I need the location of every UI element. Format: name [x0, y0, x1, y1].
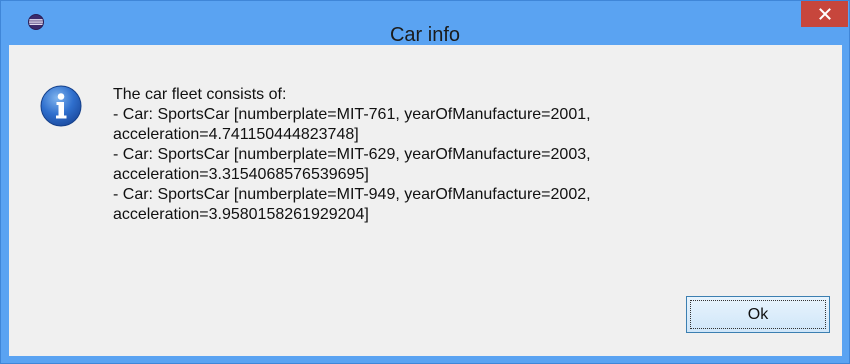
- info-icon: [40, 85, 82, 127]
- title-bar[interactable]: Car info: [1, 1, 849, 46]
- message-text: The car fleet consists of: - Car: Sports…: [113, 85, 813, 225]
- window-title: Car info: [389, 24, 461, 46]
- dialog-body: The car fleet consists of: - Car: Sports…: [9, 45, 842, 356]
- dialog-window: Car info The car fleet consists of: - Ca…: [0, 0, 850, 364]
- message-line: - Car: SportsCar [numberplate=MIT-949, y…: [113, 186, 591, 203]
- message-line: The car fleet consists of:: [113, 86, 287, 103]
- message-line: acceleration=3.3154068576539695]: [113, 166, 369, 183]
- message-line: - Car: SportsCar [numberplate=MIT-761, y…: [113, 106, 591, 123]
- close-button[interactable]: [801, 1, 848, 27]
- message-line: acceleration=4.741150444823748]: [113, 126, 359, 143]
- close-icon: [818, 8, 831, 20]
- message-line: - Car: SportsCar [numberplate=MIT-629, y…: [113, 146, 591, 163]
- message-line: acceleration=3.9580158261929204]: [113, 206, 369, 223]
- ok-button-label: Ok: [747, 305, 769, 323]
- ok-button[interactable]: Ok: [686, 296, 830, 333]
